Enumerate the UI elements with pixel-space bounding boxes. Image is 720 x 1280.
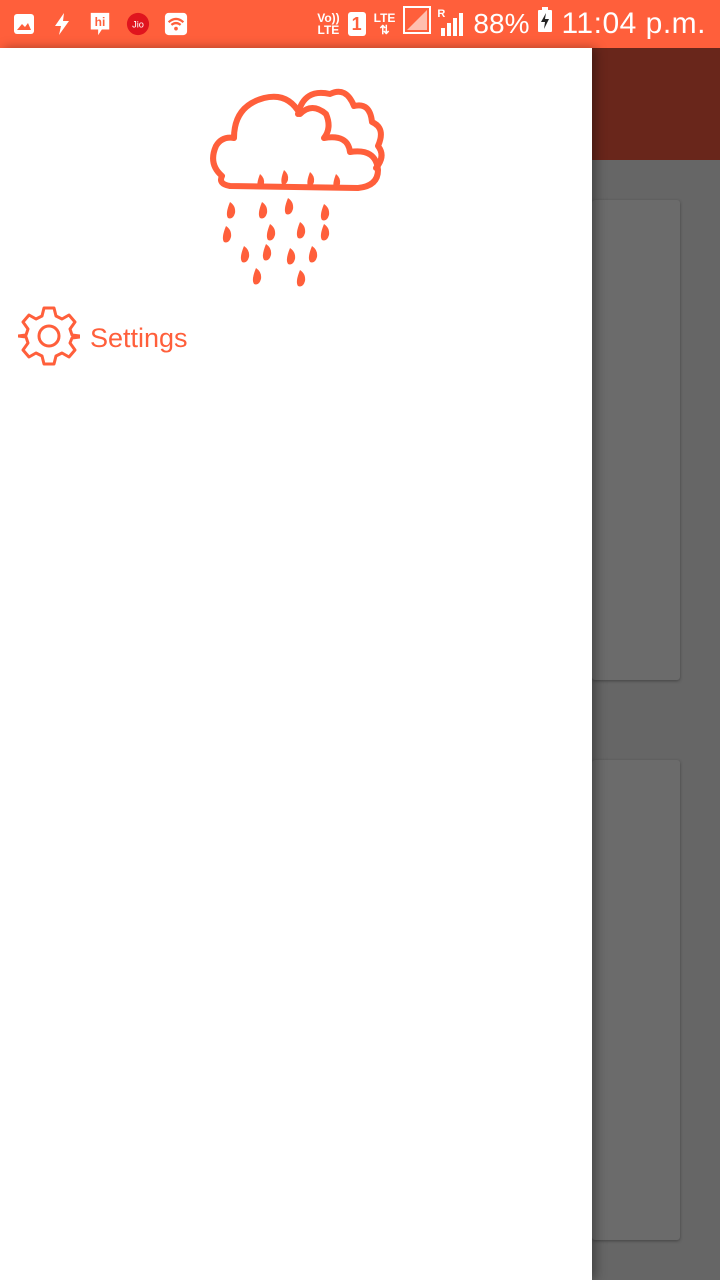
flash-icon [50, 12, 74, 36]
signal-icon [403, 6, 432, 42]
svg-text:Jio: Jio [132, 20, 144, 30]
roaming-signal-icon: R [437, 8, 465, 38]
menu-item-settings[interactable]: Settings [16, 305, 188, 372]
clock: 11:04 p.m. [561, 7, 706, 40]
battery-percent: 88% [473, 8, 530, 39]
system-status: Vo)) LTE 1 LTE ⇅ R 88% 11:04 p.m. [317, 0, 706, 48]
wifi-icon [164, 12, 188, 36]
gear-icon [16, 305, 82, 372]
background-card [592, 760, 680, 1240]
hike-icon: hi [88, 12, 112, 36]
background-card [592, 200, 680, 680]
volte-indicator: Vo)) LTE [317, 11, 340, 37]
sim-slot-badge: 1 [347, 12, 366, 36]
navigation-drawer: Settings [0, 48, 592, 1280]
svg-text:hi: hi [95, 15, 106, 29]
status-bar: hi Jio Vo)) LTE 1 LTE ⇅ R 88% 11:04 p.m. [0, 0, 720, 48]
menu-item-label: Settings [90, 322, 188, 353]
jio-icon: Jio [126, 12, 150, 36]
gallery-icon [12, 12, 36, 36]
notification-icons: hi Jio [12, 8, 188, 40]
app-toolbar-dimmed [592, 48, 720, 160]
battery-charging-icon [537, 7, 553, 41]
lte-indicator: LTE ⇅ [373, 11, 396, 37]
rain-cloud-icon [200, 84, 392, 294]
